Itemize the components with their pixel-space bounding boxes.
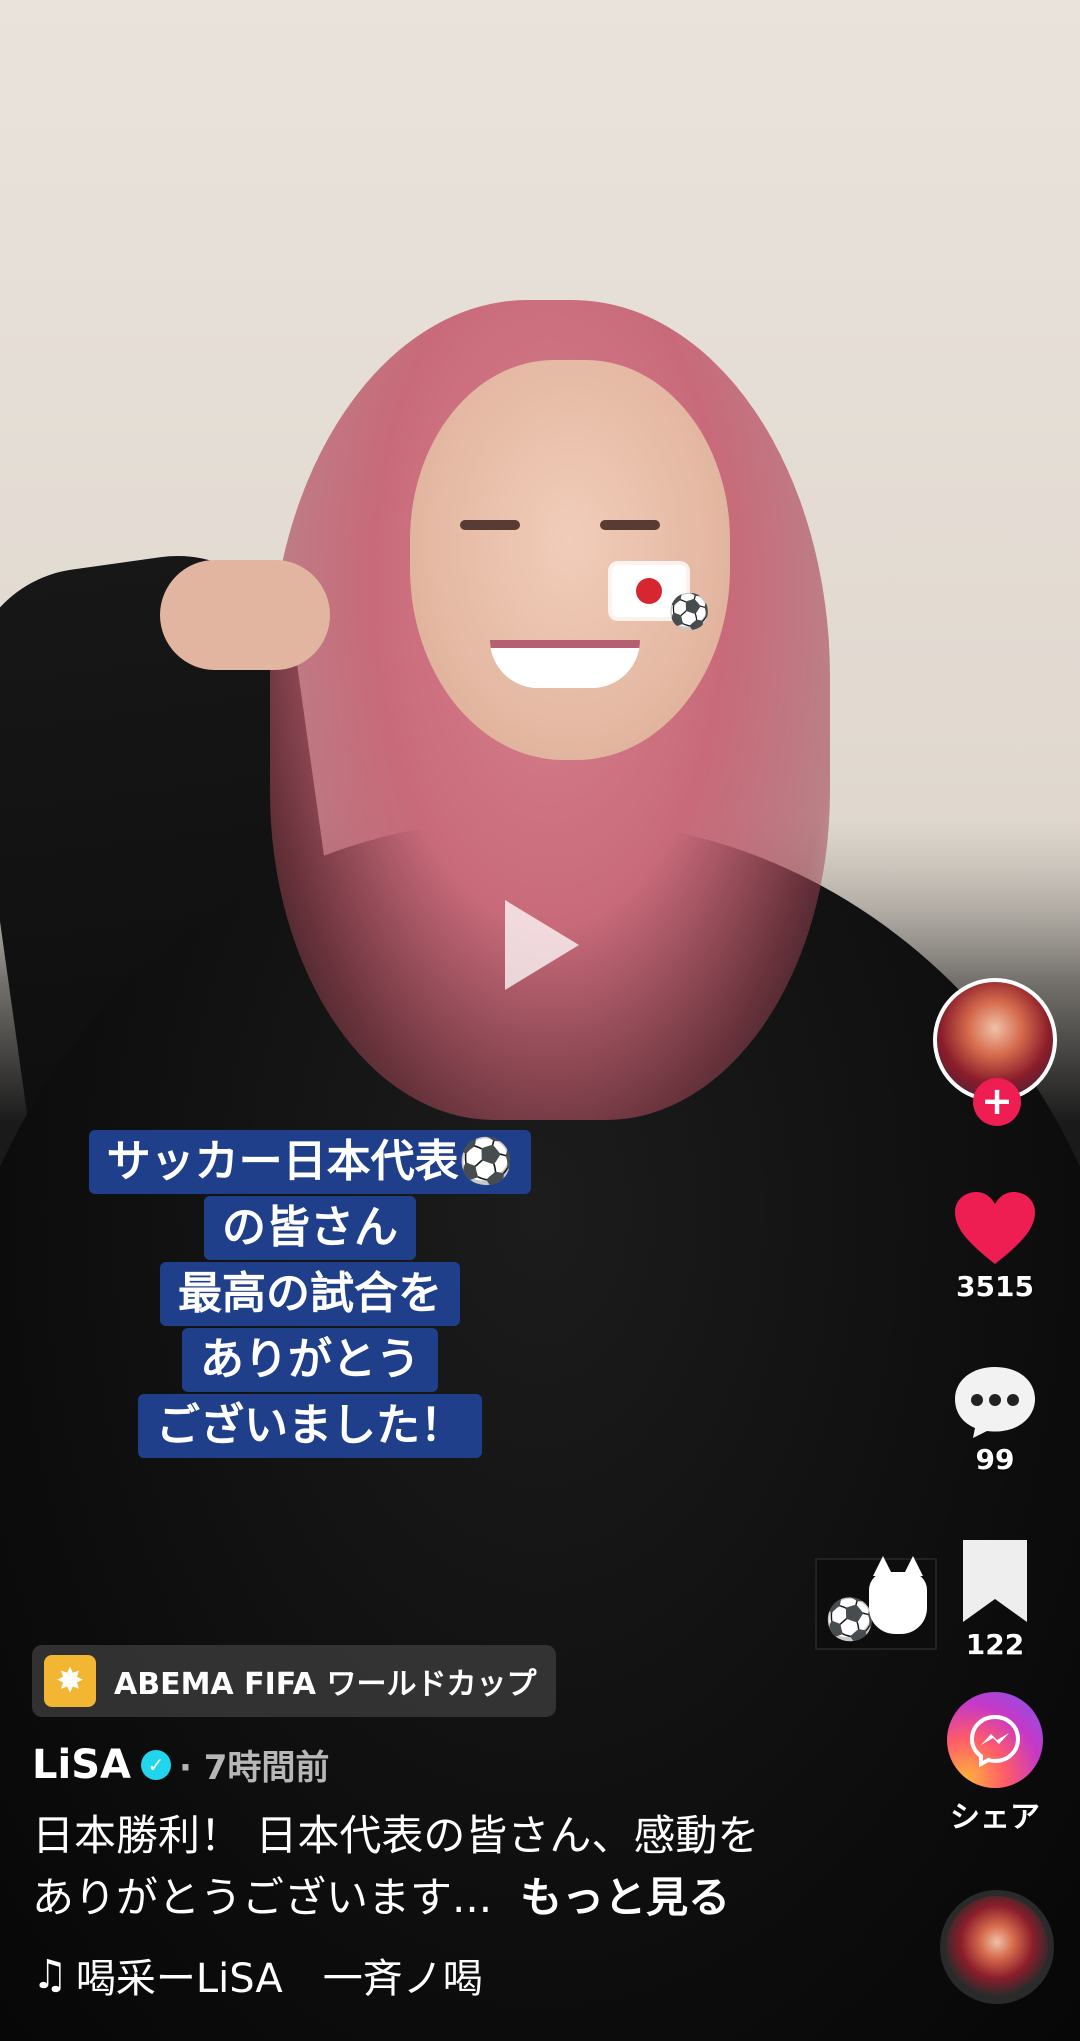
like-button[interactable]: 3515 [925,1190,1065,1303]
dog-ball-sticker: ⚽ [815,1556,937,1650]
bookmark-count: 122 [965,1628,1025,1661]
verified-badge-icon: ✓ [140,1749,171,1780]
comment-icon [955,1367,1035,1438]
comment-button[interactable]: 99 [925,1365,1065,1476]
video-caption: サッカー日本代表⚽ の皆さん 最高の試合を ありがとう ございました！ [60,1130,560,1460]
effect-label: ABEMA FIFA ワールドカップ [114,1667,537,1702]
author-row: LiSA ✓ · 7時間前 [32,1740,329,1789]
comment-count: 99 [975,1443,1015,1476]
post-time: · 7時間前 [178,1748,330,1788]
play-icon[interactable] [505,900,579,990]
heart-icon [955,1192,1035,1264]
right-eye [600,520,660,530]
left-eye [460,520,520,530]
see-more-link[interactable]: もっと見る [520,1873,730,1922]
bookmark-button[interactable]: 122 [925,1540,1065,1661]
like-count: 3515 [956,1270,1034,1303]
fist [160,560,330,670]
dog-head-icon [869,1556,927,1634]
messenger-icon [947,1692,1043,1788]
music-disc[interactable] [940,1890,1054,2004]
sparkle-icon: ✸ [44,1655,96,1707]
caption-line: ありがとう [182,1328,438,1392]
video-description[interactable]: 日本勝利！ 日本代表の皆さん、感動を ありがとうございます... もっと見る [32,1805,832,1929]
caption-line: サッカー日本代表⚽ [88,1130,532,1194]
caption-line: 最高の試合を [160,1262,460,1326]
share-label: シェア [950,1800,1040,1835]
messenger-bolt-icon [969,1714,1021,1767]
music-note-icon: ♫ [32,1952,68,1998]
caption-line: ございました！ [138,1394,482,1458]
author-name[interactable]: LiSA [32,1742,131,1788]
music-ticker[interactable]: ♫ 喝采ーLiSA 一斉ノ喝 [32,1945,502,2005]
music-title: 喝采ーLiSA 一斉ノ喝 [75,1956,483,2002]
face [410,360,730,760]
creator-avatar-group[interactable]: + [933,978,1057,1126]
description-line: 日本勝利！ 日本代表の皆さん、感動を [32,1811,760,1860]
soccer-ball-icon: ⚽ [825,1597,875,1643]
soccer-ball-sticker: ⚽ [668,592,711,632]
description-line: ありがとうございます... [32,1873,493,1922]
video-player[interactable]: ⚽ サッカー日本代表⚽ の皆さん 最高の試合を ありがとう ございました！ ⚽ [0,0,1080,2041]
caption-line: の皆さん [204,1196,416,1260]
follow-button[interactable]: + [973,1078,1021,1126]
bookmark-icon [963,1540,1027,1622]
share-button[interactable]: シェア [925,1692,1065,1836]
effect-chip[interactable]: ✸ ABEMA FIFA ワールドカップ [32,1645,557,1717]
